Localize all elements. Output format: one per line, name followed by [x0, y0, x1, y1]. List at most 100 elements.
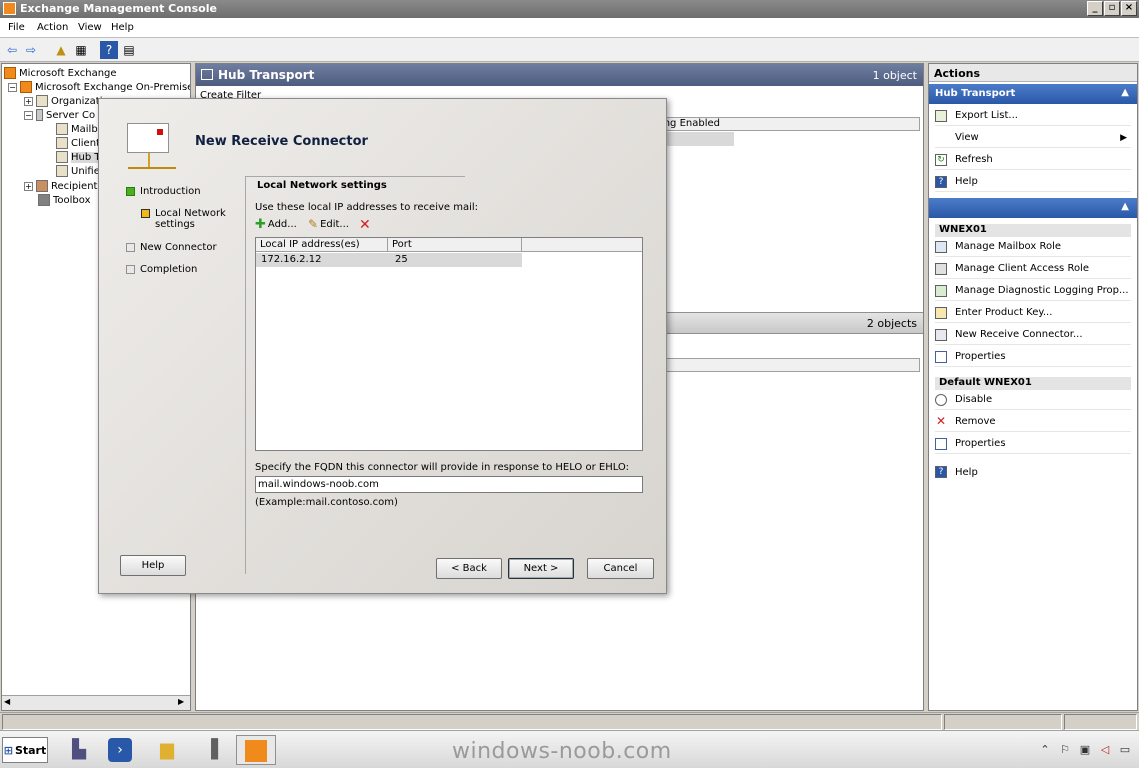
wizard-step-new-connector[interactable]: New Connector [126, 242, 217, 253]
tree-item-microsoft-exchange[interactable]: Microsoft Exchange [4, 66, 117, 80]
action-manage-diagnostic-logging[interactable]: Manage Diagnostic Logging Prop... [935, 281, 1131, 301]
result-pane-header: Hub Transport 1 object [196, 64, 923, 86]
tray-expand-icon[interactable]: ⌃ [1038, 743, 1052, 757]
start-button[interactable]: ⊞ Start [2, 737, 48, 763]
column-header-port[interactable]: Port [388, 238, 522, 252]
object-count: 1 object [872, 69, 917, 82]
close-button[interactable]: × [1121, 1, 1137, 16]
watermark-text: windows-noob.com [452, 739, 672, 764]
actions-section-hub-transport[interactable]: Hub Transport ▲ [929, 84, 1137, 104]
receive-connector-icon [127, 123, 176, 169]
action-properties-connector[interactable]: Properties [935, 434, 1131, 454]
restore-button[interactable]: ▫ [1104, 1, 1120, 16]
menu-file[interactable]: File [8, 22, 25, 33]
action-manage-mailbox-role[interactable]: Manage Mailbox Role [935, 237, 1131, 257]
next-button[interactable]: Next > [508, 558, 574, 579]
connector-column-header[interactable] [652, 358, 920, 372]
menu-help[interactable]: Help [111, 22, 134, 33]
ip-cell: 172.16.2.12 [261, 254, 322, 265]
action-remove[interactable]: ✕ Remove [935, 412, 1131, 432]
scroll-left-icon[interactable]: ◀ [4, 697, 10, 706]
edit-ip-button[interactable]: ✎ Edit... [308, 217, 349, 231]
back-arrow-icon[interactable]: ⇦ [3, 41, 21, 59]
tree-item-on-premises[interactable]: − Microsoft Exchange On-Premises (v [8, 80, 190, 94]
add-icon: ✚ [255, 217, 266, 232]
powershell-icon[interactable]: › [108, 738, 132, 762]
tree-item-recipient[interactable]: + Recipient [24, 179, 97, 193]
local-ip-list[interactable]: Local IP address(es) Port 172.16.2.12 25 [255, 237, 643, 451]
show-hide-tree-icon[interactable]: ▦ [72, 41, 90, 59]
minimize-button[interactable]: _ [1087, 1, 1103, 16]
fqdn-input[interactable] [255, 476, 643, 493]
tree-item-hub-transport[interactable]: Hub T [56, 150, 101, 164]
collapse-icon[interactable]: − [24, 110, 33, 120]
action-help[interactable]: ? Help [935, 172, 1131, 192]
collapse-section-icon[interactable]: ▲ [1121, 87, 1129, 98]
hub-transport-icon [201, 69, 213, 80]
title-bar: Exchange Management Console _ ▫ × [0, 0, 1139, 18]
explorer-folder-icon[interactable]: ▆ [152, 735, 182, 765]
menu-view[interactable]: View [78, 22, 102, 33]
tree-item-client-access[interactable]: Client [56, 136, 100, 150]
tree-item-mailbox[interactable]: Mailbo [56, 122, 104, 136]
help-button[interactable]: Help [120, 555, 186, 576]
tree-item-server-config[interactable]: − Server Co [24, 108, 95, 122]
action-help-bottom[interactable]: ? Help [935, 462, 1131, 482]
collapse-icon[interactable]: − [8, 82, 17, 92]
server-manager-icon[interactable]: ▙ [64, 735, 94, 765]
command-prompt-icon[interactable]: ▐ [196, 735, 226, 765]
action-refresh[interactable]: ↻ Refresh [935, 150, 1131, 170]
action-manage-client-access-role[interactable]: Manage Client Access Role [935, 259, 1131, 279]
actions-section-selected[interactable]: ▲ [929, 198, 1137, 218]
action-disable[interactable]: Disable [935, 390, 1131, 410]
show-hide-actions-icon[interactable]: ▤ [120, 41, 138, 59]
scroll-right-icon[interactable]: ▶ [178, 697, 184, 706]
up-folder-icon[interactable]: ▲ [52, 41, 70, 59]
wizard-step-completion[interactable]: Completion [126, 264, 197, 275]
wizard-title: New Receive Connector [195, 134, 368, 149]
collapse-section-icon[interactable]: ▲ [1121, 201, 1129, 212]
client-access-icon [56, 137, 68, 149]
remove-ip-icon[interactable]: ✕ [359, 217, 371, 233]
section-description: Use these local IP addresses to receive … [255, 202, 479, 213]
network-icon[interactable]: ▣ [1078, 743, 1092, 757]
action-view[interactable]: View ▶ [935, 128, 1131, 148]
tree-item-unified-messaging[interactable]: Unifie [56, 164, 100, 178]
organization-icon [36, 95, 48, 107]
action-export-list[interactable]: Export List... [935, 106, 1131, 126]
step-pending-icon [126, 243, 135, 252]
expand-icon[interactable]: + [24, 181, 33, 191]
expand-icon[interactable]: + [24, 96, 33, 106]
action-center-flag-icon[interactable]: ⚐ [1058, 743, 1072, 757]
product-key-icon [935, 306, 947, 319]
column-header-enabled[interactable]: ting Enabled [652, 117, 920, 131]
forward-arrow-icon[interactable]: ⇨ [22, 41, 40, 59]
menu-bar: File Action View Help [0, 18, 1139, 38]
show-desktop-icon[interactable]: ▭ [1118, 743, 1132, 757]
tree-item-organization[interactable]: + Organizati [24, 94, 102, 108]
recipient-icon [36, 180, 48, 192]
actions-pane: Actions Hub Transport ▲ Export List... V… [928, 63, 1138, 711]
action-new-receive-connector[interactable]: New Receive Connector... [935, 325, 1131, 345]
wizard-divider [245, 176, 246, 574]
tree-item-toolbox[interactable]: Toolbox [38, 193, 91, 207]
action-properties-server[interactable]: Properties [935, 347, 1131, 367]
taskbar: ⊞ Start ▙ › ▆ ▐ windows-noob.com ⌃ ⚐ ▣ ◁… [0, 730, 1139, 768]
column-header-ip[interactable]: Local IP address(es) [256, 238, 388, 252]
exchange-app-icon [3, 2, 16, 15]
fqdn-example: (Example:mail.contoso.com) [255, 497, 398, 508]
table-row[interactable]: 172.16.2.12 25 [256, 253, 522, 267]
cancel-button[interactable]: Cancel [587, 558, 654, 579]
step-pending-icon [126, 265, 135, 274]
volume-muted-icon[interactable]: ◁ [1098, 743, 1112, 757]
export-list-icon [935, 109, 947, 122]
wizard-step-introduction[interactable]: Introduction [126, 186, 201, 197]
add-ip-button[interactable]: ✚ Add... [255, 217, 297, 232]
back-button[interactable]: < Back [436, 558, 502, 579]
wizard-step-local-network[interactable]: Local Network settings [141, 208, 231, 230]
exchange-console-task-icon[interactable] [236, 735, 276, 765]
action-enter-product-key[interactable]: Enter Product Key... [935, 303, 1131, 323]
menu-action[interactable]: Action [37, 22, 68, 33]
horizontal-scrollbar[interactable]: ◀ ▶ [2, 695, 190, 710]
help-icon[interactable]: ? [100, 41, 118, 59]
